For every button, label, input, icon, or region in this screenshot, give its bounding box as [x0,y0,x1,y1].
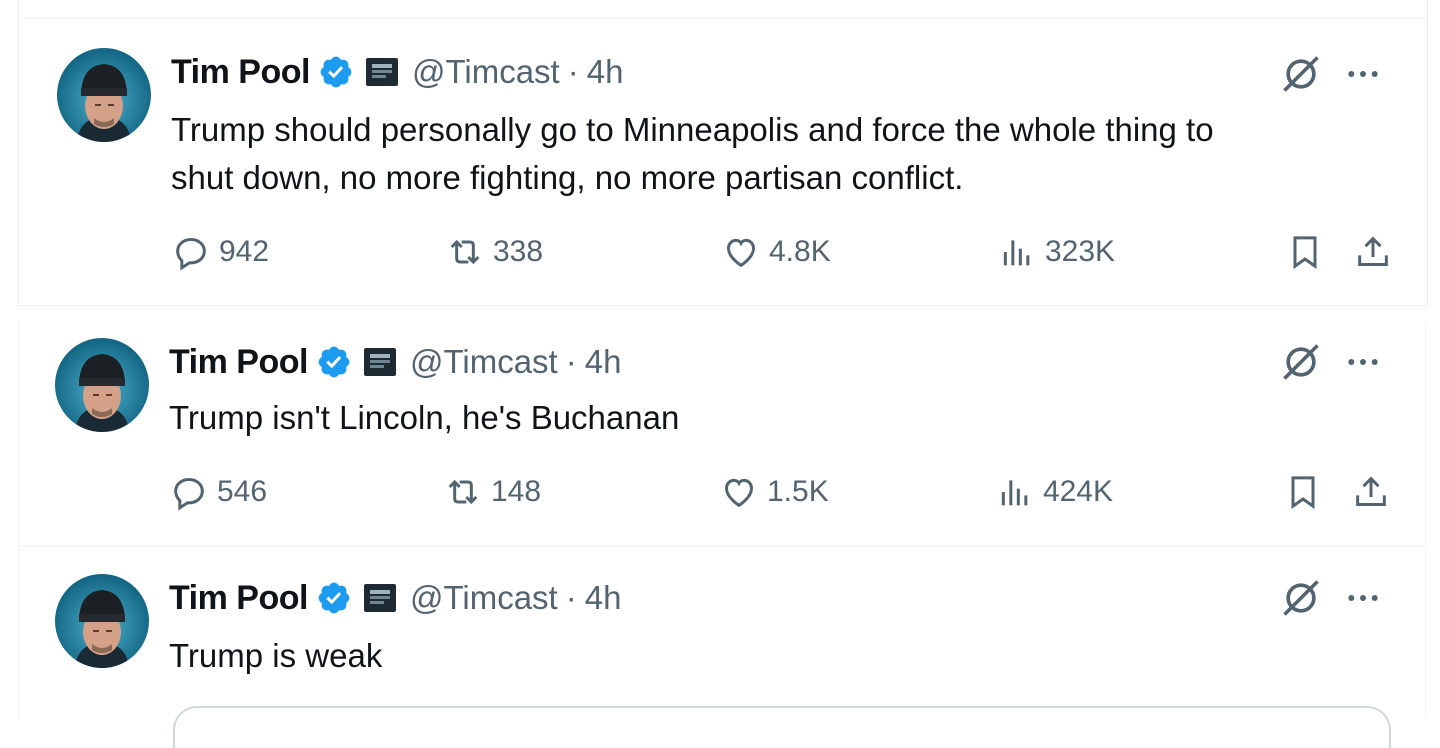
author-handle[interactable]: @Timcast [412,53,560,91]
post-text-line: Trump should personally go to Minneapoli… [171,111,1214,148]
views-count: 323K [1045,235,1116,268]
like-button[interactable]: 1.5K [719,468,829,516]
verified-badge-icon[interactable] [316,580,352,616]
author-name[interactable]: Tim Pool [169,343,308,382]
post-text: Trump is weak [169,632,1369,680]
bookmark-icon [1293,236,1317,270]
views-button[interactable]: 323K [997,228,1115,276]
post-time[interactable]: 4h [587,53,624,91]
post-text: Trump isn't Lincoln, he's Buchanan [169,394,1369,442]
repost-count: 338 [493,235,544,268]
reply-button[interactable]: 546 [169,468,267,516]
post-time[interactable]: 4h [585,579,622,617]
affiliate-badge-icon[interactable] [365,58,398,86]
post-text-line: shut down, no more fighting, no more par… [171,159,964,196]
grok-slash-icon[interactable] [1279,52,1323,96]
post-text-line: Trump is weak [169,637,383,674]
post-card[interactable]: Tim Pool @Timcast · 4h Trump is weak [18,548,1426,748]
more-dots-icon[interactable] [1343,342,1383,382]
repost-count: 148 [491,475,542,508]
author-handle[interactable]: @Timcast [410,343,558,381]
like-count: 4.8K [769,235,831,268]
avatar[interactable] [55,574,149,668]
more-dots-icon[interactable] [1343,578,1383,618]
post-card[interactable]: Tim Pool @Timcast · 4h Trump should pers… [18,0,1428,306]
reply-count: 546 [217,475,268,508]
post-text-line: Trump isn't Lincoln, he's Buchanan [169,399,680,436]
bookmark-button[interactable] [1285,228,1333,276]
more-dots-icon[interactable] [1343,54,1383,94]
bar-chart-icon [1003,240,1030,266]
heart-icon [724,478,754,508]
like-count: 1.5K [767,475,829,508]
post-header: Tim Pool @Timcast · 4h [171,52,623,92]
bookmark-icon [1291,476,1315,510]
grok-slash-icon[interactable] [1279,340,1323,384]
heart-icon [726,238,756,268]
affiliate-badge-icon[interactable] [363,348,396,376]
avatar[interactable] [55,338,149,432]
separator-dot: · [567,53,579,90]
speech-bubble-icon [176,237,206,271]
bookmark-button[interactable] [1283,468,1331,516]
reply-button[interactable]: 942 [171,228,269,276]
author-handle[interactable]: @Timcast [410,579,558,617]
link-preview-card[interactable] [173,706,1391,748]
post-header: Tim Pool @Timcast · 4h [169,578,621,618]
affiliate-badge-icon[interactable] [363,584,396,612]
bar-chart-icon [1001,480,1028,506]
repost-button[interactable]: 148 [443,468,541,516]
repost-arrows-icon [450,239,480,265]
verified-badge-icon[interactable] [316,344,352,380]
views-count: 424K [1043,475,1114,508]
repost-button[interactable]: 338 [445,228,543,276]
author-name[interactable]: Tim Pool [169,579,308,618]
author-name[interactable]: Tim Pool [171,53,310,92]
post-card[interactable]: Tim Pool @Timcast · 4h Trump isn't Linco… [18,322,1426,547]
speech-bubble-icon [174,477,204,511]
share-upload-icon [1356,476,1386,506]
separator-dot: · [565,343,577,380]
reply-count: 942 [219,235,270,268]
post-time[interactable]: 4h [585,343,622,381]
share-button[interactable] [1351,468,1399,516]
grok-slash-icon[interactable] [1279,576,1323,620]
post-text: Trump should personally go to Minneapoli… [171,106,1371,202]
action-bar: 942 338 4.8K 323K [171,228,1401,276]
verified-badge-icon[interactable] [318,54,354,90]
post-header: Tim Pool @Timcast · 4h [169,342,621,382]
separator-dot: · [565,579,577,616]
avatar[interactable] [57,48,151,142]
like-button[interactable]: 4.8K [721,228,831,276]
views-button[interactable]: 424K [995,468,1113,516]
share-upload-icon [1358,236,1388,266]
share-button[interactable] [1353,228,1401,276]
action-bar: 546 148 1.5K 424K [169,468,1399,516]
repost-arrows-icon [448,479,478,505]
